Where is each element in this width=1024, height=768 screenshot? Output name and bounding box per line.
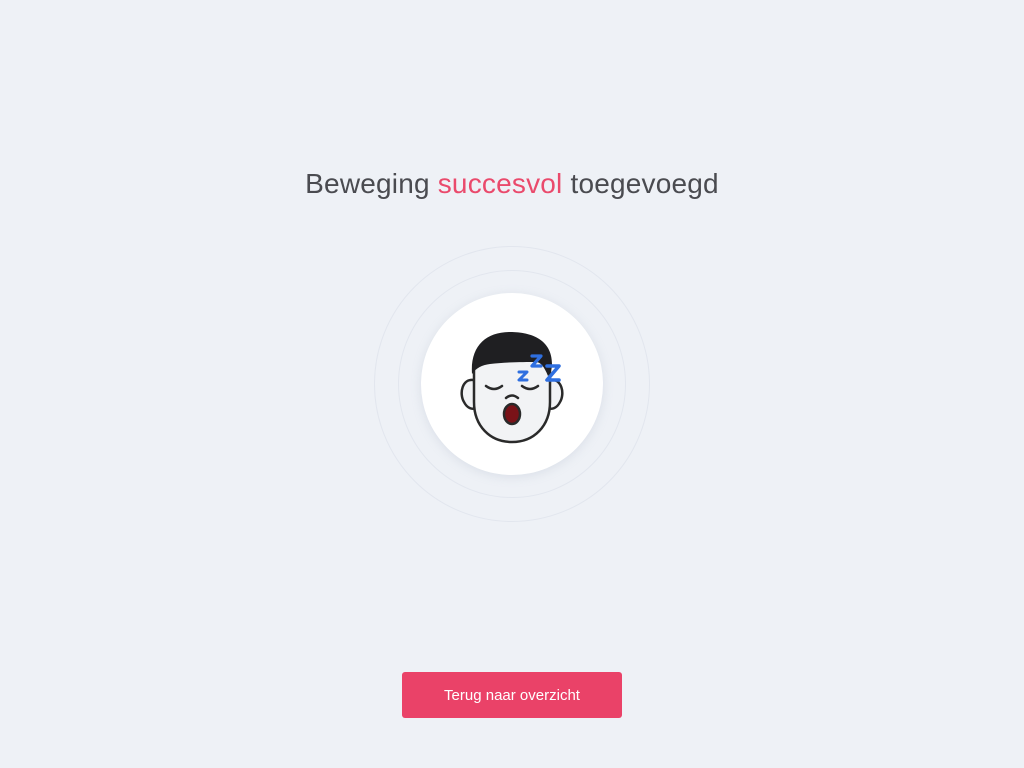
- sleeping-face-icon: [460, 332, 564, 444]
- title-accent: succesvol: [437, 168, 563, 199]
- back-to-overview-button[interactable]: Terug naar overzicht: [402, 672, 622, 718]
- confirmation-page: Beweging succesvol toegevoegd Terug naar…: [0, 0, 1024, 768]
- title-suffix: toegevoegd: [562, 168, 719, 199]
- page-title: Beweging succesvol toegevoegd: [0, 168, 1024, 200]
- title-prefix: Beweging: [305, 168, 438, 199]
